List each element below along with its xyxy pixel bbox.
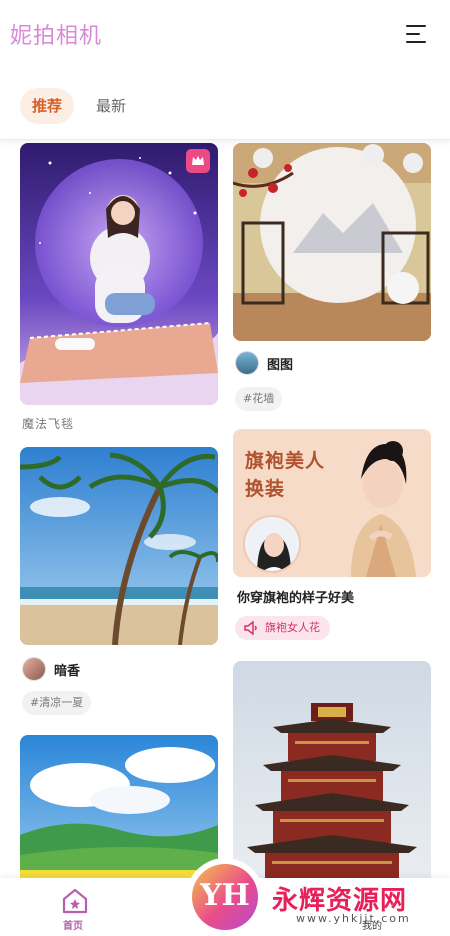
post-title: 你穿旗袍的样子好美 bbox=[237, 591, 355, 606]
template-image bbox=[20, 143, 218, 405]
post-card-beach[interactable]: 暗香 #清凉一夏 bbox=[20, 447, 218, 717]
feed: 魔法飞毯 暗香 #清凉一夏 图图 #花墙 旗袍美人 换装 你穿旗袍的样子好美 旗… bbox=[0, 141, 450, 936]
username: 暗香 bbox=[54, 664, 81, 679]
watermark-url: www.yhkjjt.com bbox=[296, 912, 411, 925]
post-user[interactable]: 图图 bbox=[235, 351, 425, 377]
template-card-qipao[interactable]: 旗袍美人 换装 你穿旗袍的样子好美 旗袍女人花 bbox=[233, 429, 431, 645]
template-card-magic-carpet[interactable]: 魔法飞毯 bbox=[20, 143, 218, 433]
home-icon bbox=[62, 888, 88, 914]
nav-home-label: 首页 bbox=[63, 921, 83, 932]
logo-icon: YH bbox=[192, 864, 258, 930]
post-tag[interactable]: #花墙 bbox=[235, 387, 283, 411]
avatar bbox=[22, 657, 46, 681]
template-caption: 魔法飞毯 bbox=[22, 417, 75, 431]
banner-image: 旗袍美人 换装 bbox=[233, 429, 431, 577]
banner-title: 旗袍美人 换装 bbox=[245, 450, 326, 500]
crown-icon bbox=[186, 149, 210, 173]
post-tag[interactable]: 旗袍女人花 bbox=[235, 616, 330, 640]
post-tag-label: 旗袍女人花 bbox=[265, 621, 320, 634]
speaker-icon bbox=[244, 621, 257, 635]
nav-home[interactable] bbox=[60, 886, 90, 920]
post-image bbox=[233, 143, 431, 341]
app-title: 妮拍相机 bbox=[10, 24, 103, 49]
center-camera-button[interactable]: YH bbox=[186, 858, 264, 936]
post-image bbox=[20, 447, 218, 645]
post-user[interactable]: 暗香 bbox=[22, 657, 212, 683]
menu-icon[interactable] bbox=[406, 24, 426, 44]
post-card-flower-wall[interactable]: 图图 #花墙 bbox=[233, 143, 431, 413]
tab-recommended[interactable]: 推荐 bbox=[20, 88, 75, 124]
avatar-preview bbox=[243, 515, 301, 573]
username: 图图 bbox=[267, 358, 294, 373]
avatar bbox=[235, 351, 259, 375]
feed-tabs: 推荐 最新 bbox=[0, 78, 450, 140]
tab-latest[interactable]: 最新 bbox=[84, 88, 138, 124]
post-tag[interactable]: #清凉一夏 bbox=[22, 691, 92, 715]
header: 妮拍相机 bbox=[0, 0, 450, 70]
app-screen: 妮拍相机 推荐 最新 魔法飞毯 暗香 #清凉一夏 图图 #花墙 旗袍美人 换装 … bbox=[0, 0, 450, 936]
